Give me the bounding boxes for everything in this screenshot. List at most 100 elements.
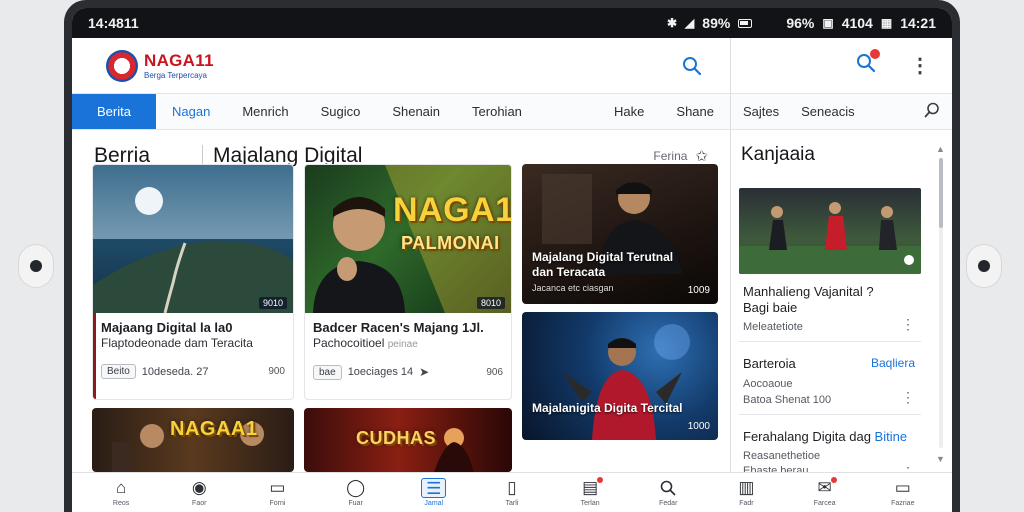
poster-title: NAGAA1 [170,418,258,440]
card-caption: Jacanca etc ciasgan [532,282,614,293]
side-item-link[interactable]: Bitine [875,429,908,444]
news-card[interactable]: 9010 Majaang Digital la la0 Flaptodeonad… [92,164,294,400]
tab-shane[interactable]: Shane [660,94,730,129]
poster-title: NAGA1 [393,191,511,229]
bottom-nav-chat[interactable]: ◯ Fuar [326,478,386,507]
book-icon: ▥ [738,478,755,497]
bottom-navigation: ⌂ Reos ◉ Faor ▭ Forni ◯ Fuar ☰ Jamal ▯ T… [72,472,952,512]
tab-berita[interactable]: Berita [72,94,156,129]
tablet-device: 14:4811 ✱ ◢ 89% 96% ▣ 4104 ▦ 14:21 NAGA1… [64,0,960,512]
section-filter-label[interactable]: Ferina [653,149,687,163]
bottom-nav-home[interactable]: ⌂ Reos [91,478,151,507]
chat-icon: ◯ [346,478,366,497]
article-icon: ☰ [421,478,447,498]
poster-title: CUDHAS [356,428,437,448]
star-icon[interactable]: ✩ [695,147,708,165]
wifi-icon: ▣ [822,16,834,30]
card-tag[interactable]: bae [313,364,342,380]
bottom-nav-clipboard[interactable]: ▯ Tarli [482,478,542,507]
scrollbar-thumb[interactable] [939,158,943,228]
card-count: 1009 [687,285,710,296]
card-subtitle: dan Teracata [532,264,606,279]
side-tab-sajtes[interactable]: Sajtes [743,104,779,119]
notification-search-icon[interactable] [856,48,880,79]
side-item-link[interactable]: Baqliera [871,356,915,370]
tab-nagan[interactable]: Nagan [156,94,226,129]
status-bar: 14:4811 ✱ ◢ 89% 96% ▣ 4104 ▦ 14:21 [72,8,952,38]
side-scrollbar[interactable]: ▲ ▼ [936,144,946,464]
side-tabs: Sajtes Seneacis [731,94,952,130]
news-badge [597,477,604,483]
scroll-down-icon[interactable]: ▼ [936,454,945,464]
card-image: 9010 [93,165,293,313]
status-time-left: 14:4811 [88,15,139,31]
side-item-title-2: Bagi baie [743,299,798,315]
side-section-title: Kanjaaia [741,144,815,165]
tab-sugico[interactable]: Sugico [305,94,377,129]
news-icon: ▤ [582,477,604,498]
status-time-right: 14:21 [900,15,936,31]
poster-subtitle: PALMONAI [401,233,500,253]
item-more-icon[interactable]: ⋮ [901,316,915,333]
bottom-nav-search[interactable]: Fedar [638,478,698,507]
search-icon[interactable] [678,52,706,80]
side-pane: ⋮ Sajtes Seneacis Kanjaaia Manhalieng Va… [730,38,952,480]
tab-hake[interactable]: Hake [598,94,660,129]
screen-icon: ▦ [880,16,893,30]
side-item-sub: Reasanethetioe [743,450,821,463]
scroll-up-icon[interactable]: ▲ [936,144,945,154]
news-card[interactable]: NAGA1 PALMONAI 8010 Badcer Racen's Majan… [304,164,512,400]
card-subtitle-extra: peinae [387,338,418,350]
logo-tagline: Berga Terpercaya [144,70,207,80]
side-item-title: Ferahalang Digita dag [743,428,871,444]
search-icon [660,478,676,498]
clipboard-icon: ▯ [507,478,517,497]
card-image: NAGAA1 [92,408,294,472]
bottom-nav-window[interactable]: ▭ Forni [247,478,307,507]
battery-percent: 89% [702,15,731,31]
message-badge [830,477,837,483]
record-icon: ◉ [191,478,207,497]
card-title: Majaang Digital la la0 [101,320,233,335]
bottom-nav-message[interactable]: ✉ Farcea [795,477,855,507]
side-list-item[interactable]: Barteroia Baqliera Aocoaoue Batoa Shenat… [739,342,921,415]
news-card[interactable]: Majalanigita Digita Tercital 1000 [522,312,718,440]
bottom-nav-record[interactable]: ◉ Faor [169,478,229,507]
card-meta-text: 10deseda. 27 [141,365,209,378]
side-tab-seneacis[interactable]: Seneacis [801,104,854,119]
bottom-nav-news[interactable]: ▤ Terlan [560,477,620,507]
item-more-icon[interactable]: ⋮ [901,389,915,406]
bluetooth-icon: ✱ [666,16,678,30]
card-badge: 8010 [476,297,505,309]
side-item-title: Manhalieng Vajanital ? [743,284,874,299]
side-item-sub: Meleatetiote [743,321,803,334]
card-meta-text: 1oeciages 14 [347,366,414,379]
app-logo[interactable]: NAGA11 Berga Terpercaya [106,49,214,82]
bottom-nav-folder[interactable]: ▭ Fazriae [873,478,933,507]
card-image: CUDHAS [304,408,512,472]
status-mid-value: 4104 [841,15,873,31]
side-list-item[interactable]: Manhalieng Vajanital ? Bagi baie Meleate… [739,278,921,343]
send-icon[interactable]: ➤ [419,365,429,379]
news-card[interactable]: NAGAA1 [92,408,294,472]
card-image: NAGA1 PALMONAI 8010 [305,165,511,313]
signal-percent: 96% [786,15,815,31]
card-tag[interactable]: Beito [101,364,136,380]
card-count: 1000 [687,421,710,432]
tab-menrich[interactable]: Menrich [226,94,304,129]
card-title: Majalang Digital Terutnal [532,249,674,264]
tab-terohian[interactable]: Terohian [456,94,538,129]
side-featured-image[interactable] [739,188,921,274]
tablet-screen: 14:4811 ✱ ◢ 89% 96% ▣ 4104 ▦ 14:21 NAGA1… [72,8,952,512]
news-card[interactable]: Majalang Digital Terutnal dan Teracata J… [522,164,718,304]
more-options-icon[interactable]: ⋮ [910,53,930,78]
side-search-icon[interactable] [924,102,940,122]
logo-name: NAGA11 [144,50,214,70]
home-icon: ⌂ [115,478,127,497]
news-card[interactable]: CUDHAS [304,408,512,472]
tab-shenain[interactable]: Shenain [376,94,456,129]
window-icon: ▭ [269,478,286,497]
bottom-nav-book[interactable]: ▥ Fadr [716,478,776,507]
bottom-nav-article[interactable]: ☰ Jamal [404,478,464,507]
device-sensor-right [978,260,990,272]
